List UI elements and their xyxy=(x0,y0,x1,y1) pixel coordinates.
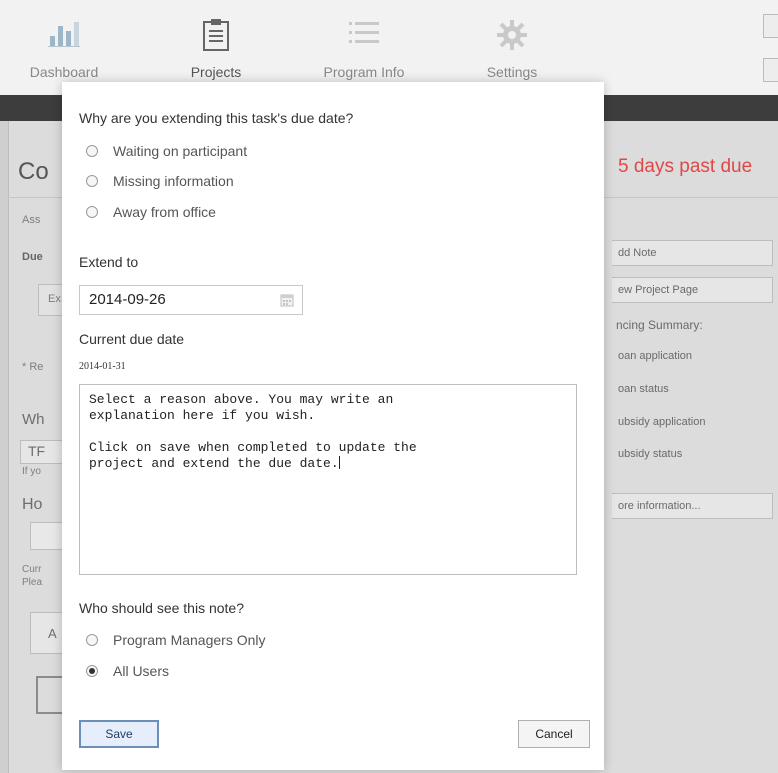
loan-status-link[interactable]: oan status xyxy=(618,383,669,395)
nav-label-program-info: Program Info xyxy=(323,64,405,80)
extend-to-date-input[interactable]: 2014-09-26 xyxy=(79,285,303,315)
input-field-text: A xyxy=(48,626,57,641)
radio-label: Away from office xyxy=(113,204,216,220)
current-due-label: Current due date xyxy=(79,331,185,347)
reason-option-away[interactable]: Away from office xyxy=(86,202,216,222)
text-caret xyxy=(338,456,340,469)
subsidy-status-link[interactable]: ubsidy status xyxy=(618,448,682,460)
extend-field-text: Ex xyxy=(48,293,61,305)
radio-label: All Users xyxy=(113,663,170,679)
cancel-button[interactable]: Cancel xyxy=(518,720,590,748)
clipboard-icon xyxy=(166,18,266,52)
nav-label-dashboard: Dashboard xyxy=(29,64,99,80)
more-information-button[interactable]: ore information... xyxy=(612,493,773,519)
current-label: Curr xyxy=(22,564,42,575)
gear-icon xyxy=(462,18,562,52)
list-icon xyxy=(314,18,414,52)
note-text: Select a reason above. You may write an … xyxy=(89,392,417,471)
select-field-value: TF xyxy=(28,443,46,459)
radio-label: Missing information xyxy=(113,173,234,189)
input-field[interactable] xyxy=(30,522,64,550)
top-navigation: Dashboard Projects Program Info Settings xyxy=(0,0,778,95)
visibility-question: Who should see this note? xyxy=(79,600,244,616)
calendar-icon[interactable] xyxy=(280,293,294,312)
reason-option-missing-info[interactable]: Missing information xyxy=(86,171,234,191)
reason-option-waiting[interactable]: Waiting on participant xyxy=(86,141,247,161)
radio-button[interactable] xyxy=(86,206,98,218)
reason-question: Why are you extending this task's due da… xyxy=(79,110,354,126)
nav-label-projects: Projects xyxy=(190,64,242,80)
please-label: Plea xyxy=(22,577,43,588)
header-control[interactable] xyxy=(763,58,778,82)
radio-label: Program Managers Only xyxy=(113,632,266,648)
radio-button[interactable] xyxy=(86,175,98,187)
nav-item-settings[interactable]: Settings xyxy=(462,0,562,95)
note-textarea[interactable]: Select a reason above. You may write an … xyxy=(79,384,577,575)
radio-button-selected[interactable] xyxy=(86,665,98,677)
help-text: If yo xyxy=(22,466,41,477)
required-note: * Re xyxy=(22,361,44,373)
due-label: Due xyxy=(22,251,43,263)
financing-summary-heading: ncing Summary: xyxy=(616,318,703,332)
past-due-status: 5 days past due xyxy=(618,156,753,177)
visibility-option-all-users[interactable]: All Users xyxy=(86,661,169,681)
current-due-value: 2014-01-31 xyxy=(79,361,126,372)
nav-item-projects[interactable]: Projects xyxy=(166,0,266,95)
view-project-page-button[interactable]: ew Project Page xyxy=(612,277,773,303)
visibility-option-program-managers[interactable]: Program Managers Only xyxy=(86,630,266,650)
extend-to-date-value: 2014-09-26 xyxy=(89,291,166,308)
nav-item-dashboard[interactable]: Dashboard xyxy=(14,0,114,95)
save-button[interactable]: Save xyxy=(79,720,159,748)
bar-chart-icon xyxy=(14,18,114,52)
divider xyxy=(8,197,62,198)
nav-label-settings: Settings xyxy=(486,64,538,80)
extend-to-label: Extend to xyxy=(79,254,139,270)
section-heading: Wh xyxy=(22,411,45,428)
assigned-label: Ass xyxy=(22,214,41,226)
extend-due-date-dialog: Why are you extending this task's due da… xyxy=(62,82,604,770)
page-title: Co xyxy=(18,158,49,185)
radio-button[interactable] xyxy=(86,145,98,157)
input-field[interactable] xyxy=(30,612,64,654)
nav-item-program-info[interactable]: Program Info xyxy=(314,0,414,95)
section-heading: Ho xyxy=(22,496,43,513)
loan-application-link[interactable]: oan application xyxy=(618,350,692,362)
add-note-button[interactable]: dd Note xyxy=(612,240,773,266)
subsidy-application-link[interactable]: ubsidy application xyxy=(618,416,705,428)
radio-label: Waiting on participant xyxy=(113,143,248,159)
radio-button[interactable] xyxy=(86,634,98,646)
header-control[interactable] xyxy=(763,14,778,38)
divider xyxy=(604,197,778,198)
